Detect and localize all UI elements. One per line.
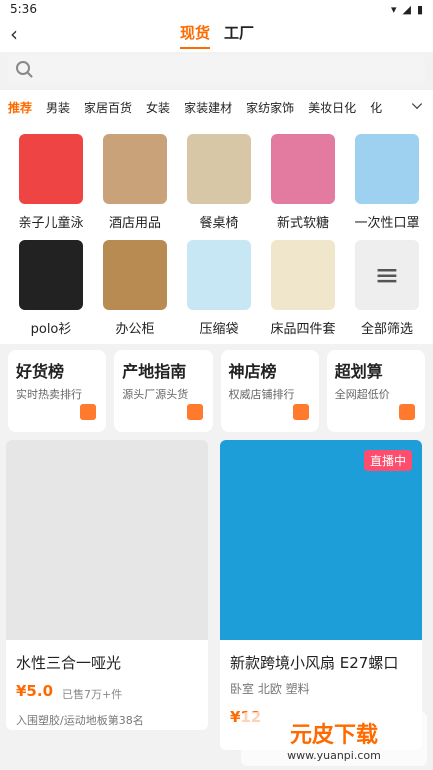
promo-card-origin[interactable]: 产地指南 源头厂源头货 [114, 350, 213, 432]
grid-item-kids-swim[interactable]: 亲子儿童泳 [8, 134, 94, 244]
grid-item-gummy[interactable]: 新式软糖 [260, 134, 346, 244]
grid-label-hotel: 酒店用品 [108, 216, 161, 231]
menu-icon: ≡ [355, 240, 419, 310]
promo-sub-good: 实时热卖排行 [16, 388, 82, 401]
grid-label-polo: polo衫 [30, 322, 72, 337]
grid-item-vacuum-bag[interactable]: 压缩袋 [176, 240, 262, 350]
product-card-2[interactable]: 直播中 新款跨境小风扇 E27螺口 卧室 北欧 塑料 ¥12 [220, 440, 422, 750]
category-women[interactable]: 女装 [146, 99, 170, 116]
search-bar [8, 55, 425, 83]
product-name-2: 新款跨境小风扇 E27螺口 [230, 654, 399, 672]
watermark: 元皮下载 www.yuanpi.com [241, 712, 427, 766]
promo-card-shop[interactable]: 神店榜 权威店铺排行 [220, 350, 319, 432]
grid-item-all-filter[interactable]: ≡ 全部筛选 [344, 240, 430, 350]
tab-factory[interactable]: 工厂 [224, 22, 254, 49]
live-badge: 直播中 [363, 450, 412, 471]
promo-sub-origin: 源头厂源头货 [122, 388, 189, 401]
trophy-icon [292, 404, 309, 420]
status-time: 5:36 [10, 2, 37, 16]
badge-icon [80, 404, 97, 420]
grid-label-mask: 一次性口罩 [354, 216, 420, 231]
promo-card-good[interactable]: 好货榜 实时热卖排行 [8, 350, 107, 432]
back-button[interactable]: ‹ [10, 22, 18, 46]
wifi-icon: ▾ [390, 2, 397, 16]
battery-icon: ▮ [416, 2, 423, 16]
tabs: 现货 工厂 [180, 22, 254, 49]
thumb-gummy [271, 134, 335, 204]
thumb-dining [187, 134, 251, 204]
category-beauty[interactable]: 美妆日化 [308, 99, 356, 116]
category-textile[interactable]: 家纺家饰 [246, 99, 294, 116]
status-icons: ▾ ◢ ▮ [391, 3, 423, 16]
grid-label-dining: 餐桌椅 [199, 216, 239, 231]
promo-title-origin: 产地指南 [122, 362, 187, 381]
grid-item-dining[interactable]: 餐桌椅 [176, 134, 262, 244]
thumb-mask [355, 134, 419, 204]
grid-label-vacuum-bag: 压缩袋 [199, 322, 239, 337]
thumb-hotel [103, 134, 167, 204]
watermark-text: 元皮下载 [289, 722, 378, 748]
thumb-vacuum-bag [187, 240, 251, 310]
thumb-kids-swim [19, 134, 83, 204]
product-sold-1: 已售7万+件 [62, 688, 123, 701]
grid-label-bedding: 床品四件套 [270, 322, 336, 337]
product-price-1: ¥5.0 [16, 682, 54, 700]
search-input[interactable] [40, 59, 410, 79]
signal-icon: ◢ [402, 2, 411, 16]
category-home[interactable]: 家居百货 [84, 99, 132, 116]
product-card-1[interactable]: 水性三合一哑光 ¥5.0 已售7万+件 入围塑胶/运动地板第38名 [6, 440, 208, 730]
header: ‹ 现货 工厂 [0, 18, 433, 52]
grid-label-kids-swim: 亲子儿童泳 [18, 216, 84, 231]
thumb-office [103, 240, 167, 310]
product-image-1 [6, 440, 208, 640]
grid-item-hotel[interactable]: 酒店用品 [92, 134, 178, 244]
guide-icon [186, 404, 203, 420]
tab-spot[interactable]: 现货 [180, 22, 211, 49]
category-more-text[interactable]: 化 [370, 99, 382, 116]
product-tags-2: 卧室 北欧 塑料 [230, 682, 310, 696]
promo-sub-shop: 权威店铺排行 [228, 388, 295, 401]
grid-item-bedding[interactable]: 床品四件套 [260, 240, 346, 350]
grid-item-polo[interactable]: polo衫 [8, 240, 94, 350]
category-bar: 推荐 男装 家居百货 女装 家装建材 家纺家饰 美妆日化 化 [0, 90, 433, 124]
thumb-bedding [271, 240, 335, 310]
grid-label-all-filter: 全部筛选 [360, 322, 413, 337]
promo-title-deal: 超划算 [334, 362, 383, 381]
flash-icon [399, 404, 415, 420]
category-recommend[interactable]: 推荐 [8, 99, 32, 116]
promo-card-deal[interactable]: 超划算 全网超低价 [326, 350, 425, 432]
thumb-polo [19, 240, 83, 310]
grid-item-mask[interactable]: 一次性口罩 [344, 134, 430, 244]
search-icon [16, 61, 30, 75]
product-name-1: 水性三合一哑光 [16, 654, 122, 672]
watermark-url: www.yuanpi.com [287, 748, 381, 762]
grid-label-gummy: 新式软糖 [276, 216, 329, 231]
product-rank-1: 入围塑胶/运动地板第38名 [16, 714, 144, 727]
category-grid: 亲子儿童泳 酒店用品 餐桌椅 新式软糖 一次性口罩 polo衫 办公柜 压缩袋 … [0, 124, 433, 344]
category-men[interactable]: 男装 [46, 99, 70, 116]
promo-title-shop: 神店榜 [228, 362, 277, 381]
status-bar: 5:36 ▾ ◢ ▮ [0, 0, 433, 18]
promo-title-good: 好货榜 [16, 362, 65, 381]
grid-item-office[interactable]: 办公柜 [92, 240, 178, 350]
promo-strip: 好货榜 实时热卖排行 产地指南 源头厂源头货 神店榜 权威店铺排行 超划算 全网… [8, 350, 425, 432]
promo-sub-deal: 全网超低价 [334, 388, 390, 401]
category-building[interactable]: 家装建材 [184, 99, 232, 116]
grid-label-office: 办公柜 [115, 322, 155, 337]
chevron-down-icon[interactable] [411, 98, 423, 110]
